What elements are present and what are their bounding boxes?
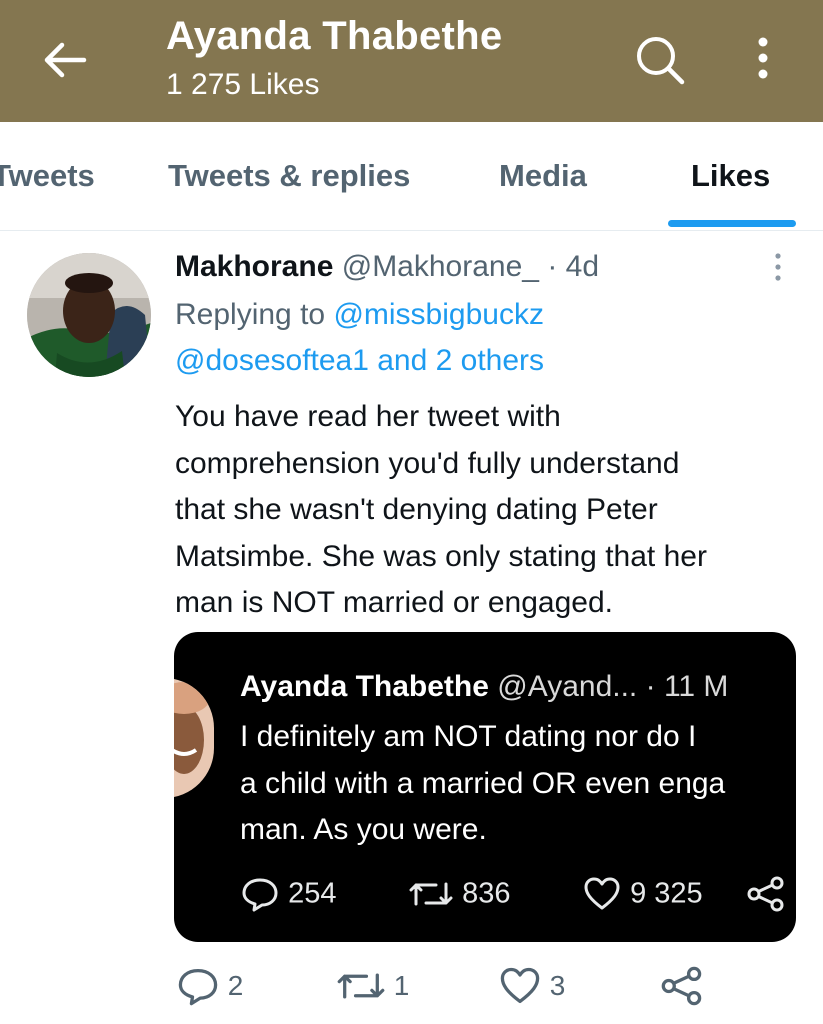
arrow-left-icon — [44, 42, 87, 78]
share-icon — [661, 966, 702, 1006]
replying-to-label: Replying to — [175, 298, 326, 331]
tweet-time[interactable]: 4d — [566, 250, 599, 283]
more-options-button[interactable] — [748, 34, 778, 84]
quoted-text-line: I definitely am NOT dating nor do I — [240, 720, 697, 753]
back-button[interactable] — [40, 40, 90, 80]
reply-count: 2 — [227, 970, 244, 1001]
quoted-text-line: man. As you were. — [240, 813, 487, 846]
heart-icon — [584, 877, 620, 910]
tweet-text-line: that she wasn't denying dating Peter — [175, 493, 658, 526]
top-app-bar: Ayanda Thabethe 1 275 Likes — [0, 0, 823, 122]
quoted-author-handle: @Ayand... — [497, 670, 638, 703]
reply-button[interactable]: 2 — [176, 966, 243, 1010]
tab-tweets[interactable]: Tweets — [0, 158, 95, 194]
mention-link[interactable]: @dosesoftea1 and 2 others — [175, 344, 544, 377]
separator-dot: · — [645, 670, 656, 703]
tweet-actions: 2 1 3 — [0, 966, 823, 1016]
tweet-header: Makhorane @Makhorane_ · 4d — [175, 250, 599, 284]
like-count: 3 — [549, 970, 566, 1001]
replying-to-line: Replying to @missbigbuckz — [175, 298, 544, 332]
tweet-text-line: comprehension you'd fully understand — [175, 446, 680, 480]
more-vertical-icon — [775, 253, 781, 281]
tweet-text-line: man is NOT married or engaged. — [175, 586, 613, 619]
quoted-like-button[interactable]: 9 325 — [582, 876, 703, 916]
tab-media[interactable]: Media — [499, 158, 587, 194]
reply-icon — [242, 878, 278, 912]
quoted-share-button[interactable] — [746, 876, 786, 916]
tweet-more-button[interactable] — [766, 252, 790, 282]
tweet-text-line: Matsimbe. She was only stating that her — [175, 539, 707, 573]
share-icon — [747, 876, 784, 912]
retweet-icon — [337, 973, 385, 999]
quoted-reply-button[interactable]: 254 — [240, 876, 336, 916]
quoted-retweet-button[interactable]: 836 — [408, 876, 510, 916]
tweet-text-line: You have read her tweet with — [175, 400, 561, 433]
author-handle[interactable]: @Makhorane_ — [342, 250, 539, 283]
tab-tweets-replies[interactable]: Tweets & replies — [168, 158, 410, 194]
tab-likes[interactable]: Likes — [691, 158, 770, 194]
profile-title: Ayanda Thabethe — [166, 14, 503, 58]
profile-tabs: Tweets Tweets & replies Media Likes — [0, 122, 823, 231]
retweet-count: 1 — [393, 970, 410, 1001]
quoted-reply-count: 254 — [288, 877, 337, 910]
likes-count: 1 275 Likes — [166, 68, 320, 101]
tweet-text: You have read her tweet with comprehensi… — [175, 394, 805, 627]
quoted-retweet-count: 836 — [462, 877, 511, 910]
active-tab-indicator — [668, 220, 796, 227]
quoted-actions: 254 836 9 325 — [174, 876, 796, 926]
retweet-icon — [409, 882, 453, 906]
reply-icon — [178, 968, 218, 1006]
search-button[interactable] — [632, 32, 686, 86]
quoted-header: Ayanda Thabethe @Ayand... · 11 M — [240, 670, 728, 704]
search-icon — [637, 37, 685, 85]
heart-icon — [500, 967, 540, 1004]
quoted-author-name: Ayanda Thabethe — [240, 670, 489, 703]
quoted-like-count: 9 325 — [630, 877, 703, 910]
quoted-text-line: a child with a married OR even enga — [240, 766, 726, 800]
share-button[interactable] — [660, 966, 704, 1010]
more-vertical-icon — [758, 37, 768, 79]
quoted-text: I definitely am NOT dating nor do I a ch… — [240, 714, 796, 854]
quoted-tweet[interactable]: Ayanda Thabethe @Ayand... · 11 M I defin… — [174, 632, 796, 942]
separator-dot: · — [547, 250, 558, 283]
avatar[interactable] — [27, 253, 151, 377]
like-button[interactable]: 3 — [498, 966, 565, 1010]
quoted-avatar — [174, 678, 214, 798]
retweet-button[interactable]: 1 — [336, 966, 409, 1010]
replying-to-line-2: @dosesoftea1 and 2 others — [175, 344, 544, 378]
mention-link[interactable]: @missbigbuckz — [333, 298, 544, 331]
quoted-time: 11 M — [663, 670, 729, 703]
author-name[interactable]: Makhorane — [175, 250, 333, 283]
